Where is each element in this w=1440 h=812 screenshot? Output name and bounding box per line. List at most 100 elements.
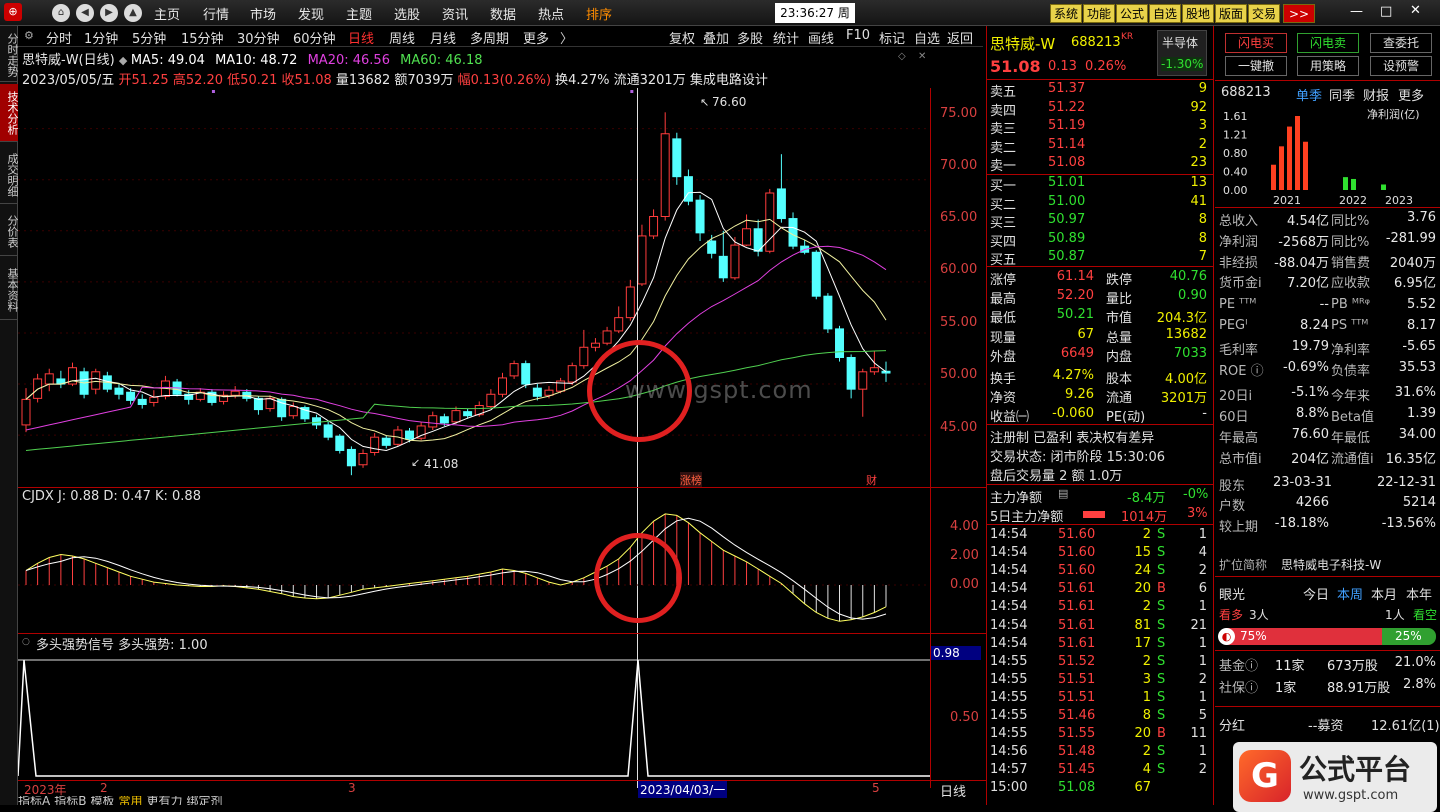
bottom-tab[interactable]: 指标B — [54, 796, 86, 805]
tab-technical[interactable]: 技术分析 — [0, 84, 19, 142]
formula-button[interactable]: 公式 — [1116, 4, 1148, 23]
layout-button[interactable]: 版面 — [1215, 4, 1247, 23]
flash-buy-button[interactable]: 闪电买 — [1225, 33, 1287, 53]
signal-options-icon[interactable]: ○ — [22, 637, 30, 647]
back-icon[interactable]: ◀ — [76, 4, 94, 22]
inst-pct: 2.8% — [1402, 677, 1436, 692]
period-multi[interactable]: 多周期 — [470, 28, 509, 47]
tab-more[interactable]: 更多 — [1398, 85, 1424, 104]
period-more[interactable]: 更多 — [523, 28, 549, 47]
period-60min[interactable]: 60分钟 — [293, 28, 336, 47]
vision-year[interactable]: 本年 — [1406, 584, 1432, 603]
period-weekly[interactable]: 周线 — [389, 28, 415, 47]
home-icon[interactable]: ⌂ — [52, 4, 70, 22]
menu-data[interactable]: 数据 — [490, 4, 516, 23]
more-button[interactable]: >> — [1283, 4, 1315, 23]
stock-map-button[interactable]: 股地 — [1182, 4, 1214, 23]
ask-label: 卖一 — [990, 159, 1017, 174]
tab-same-quarter[interactable]: 同季 — [1329, 85, 1355, 104]
candle-body — [695, 199, 705, 234]
period-daily[interactable]: 日线 — [348, 28, 374, 47]
maximize-icon[interactable]: □ — [1380, 4, 1392, 19]
strategy-button[interactable]: 用策略 — [1297, 56, 1359, 76]
menu-news[interactable]: 资讯 — [442, 4, 468, 23]
bottom-tab[interactable]: 常用 — [118, 796, 142, 805]
tab-trades[interactable]: 成交明细 — [0, 146, 19, 204]
period-1min[interactable]: 1分钟 — [84, 28, 118, 47]
candle-body — [21, 398, 31, 426]
close-icon[interactable]: ✕ — [1410, 3, 1421, 18]
stat-value: 61.14 — [1056, 269, 1094, 284]
vision-week[interactable]: 本周 — [1337, 584, 1363, 603]
menu-discover[interactable]: 发现 — [298, 4, 324, 23]
menu-quotes[interactable]: 行情 — [203, 4, 229, 23]
bottom-tab[interactable]: 更有力 — [146, 796, 182, 805]
chart-options-icon[interactable]: ◇ — [898, 51, 906, 62]
low-arrow-icon: ↙ — [411, 456, 421, 469]
fund-label: 同比% — [1331, 214, 1370, 229]
menu-home[interactable]: 主页 — [154, 4, 180, 23]
menu-hot[interactable]: 热点 — [538, 4, 564, 23]
up-icon[interactable]: ▲ — [124, 4, 142, 22]
tool-return[interactable]: 返回 — [947, 28, 973, 47]
menu-market[interactable]: 市场 — [250, 4, 276, 23]
period-intraday[interactable]: 分时 — [46, 28, 72, 47]
tick-side: S — [1157, 653, 1166, 669]
system-button[interactable]: 系统 — [1050, 4, 1082, 23]
tool-watch[interactable]: 自选 — [914, 28, 940, 47]
bottom-tab[interactable]: 绑定剂 — [187, 796, 223, 805]
period-monthly[interactable]: 月线 — [430, 28, 456, 47]
dropdown-icon[interactable]: ◆ — [119, 54, 131, 67]
ask-volume: 3 — [1198, 118, 1207, 133]
tool-multi-stock[interactable]: 多股 — [737, 28, 763, 47]
flash-sell-button[interactable]: 闪电卖 — [1297, 33, 1359, 53]
function-button[interactable]: 功能 — [1083, 4, 1115, 23]
minimize-icon[interactable]: — — [1350, 4, 1363, 19]
inst-count: 1家 — [1275, 681, 1297, 696]
chevron-right-icon[interactable]: 〉 — [560, 28, 573, 47]
tool-draw[interactable]: 画线 — [808, 28, 834, 47]
tick-time: 14:57 — [990, 762, 1028, 778]
bottom-tab[interactable]: 指标A — [18, 796, 50, 805]
forward-icon[interactable]: ▶ — [100, 4, 118, 22]
sector-box[interactable]: 半导体 -1.30% — [1157, 30, 1207, 76]
inst-label: 基金ⓘ — [1219, 659, 1259, 674]
tab-single-quarter[interactable]: 单季 — [1296, 85, 1322, 104]
tab-report[interactable]: 财报 — [1363, 85, 1389, 104]
tool-stats[interactable]: 统计 — [773, 28, 799, 47]
main-kline-chart[interactable] — [18, 88, 984, 488]
alert-button[interactable]: 设预警 — [1370, 56, 1432, 76]
period-15min[interactable]: 15分钟 — [181, 28, 224, 47]
period-indicator[interactable]: 日线 — [940, 781, 966, 800]
period-5min[interactable]: 5分钟 — [132, 28, 166, 47]
candle-body — [811, 251, 821, 297]
menu-stock-pick[interactable]: 选股 — [394, 4, 420, 23]
watchlist-button[interactable]: 自选 — [1149, 4, 1181, 23]
vision-month[interactable]: 本月 — [1371, 584, 1397, 603]
tool-f10[interactable]: F10 — [846, 28, 870, 43]
fund-value: 4.54亿 — [1287, 214, 1329, 229]
tool-adjust[interactable]: 复权 — [669, 28, 695, 47]
menu-theme[interactable]: 主题 — [346, 4, 372, 23]
main-net-label: 主力净额 — [990, 491, 1043, 506]
stat-label: 市值 — [1106, 311, 1133, 327]
list-icon[interactable]: ▤ — [1058, 487, 1068, 505]
tick-price: 51.51 — [1058, 689, 1096, 705]
bottom-tab[interactable]: 模板 — [90, 796, 114, 805]
settings-icon[interactable]: ⚙ — [24, 29, 34, 42]
query-order-button[interactable]: 查委托 — [1370, 33, 1432, 53]
vision-today[interactable]: 今日 — [1303, 584, 1329, 603]
tab-price-table[interactable]: 分价表 — [0, 208, 19, 256]
x-axis: 2023年 2 3 2023/04/03/一 5 日线 — [18, 780, 986, 800]
period-30min[interactable]: 30分钟 — [237, 28, 280, 47]
chart-close-icon[interactable]: ✕ — [918, 51, 926, 62]
trade-button[interactable]: 交易 — [1248, 4, 1280, 23]
tick-time: 14:55 — [990, 708, 1028, 723]
stat-label: 量比 — [1106, 292, 1133, 308]
tab-intraday[interactable]: 分时走势 — [0, 28, 19, 82]
menu-sort[interactable]: 排序 — [586, 4, 612, 23]
tab-fundamentals[interactable]: 基本资料 — [0, 260, 19, 320]
tool-overlay[interactable]: 叠加 — [703, 28, 729, 47]
cancel-all-button[interactable]: 一键撤 — [1225, 56, 1287, 76]
tool-mark[interactable]: 标记 — [879, 28, 905, 47]
